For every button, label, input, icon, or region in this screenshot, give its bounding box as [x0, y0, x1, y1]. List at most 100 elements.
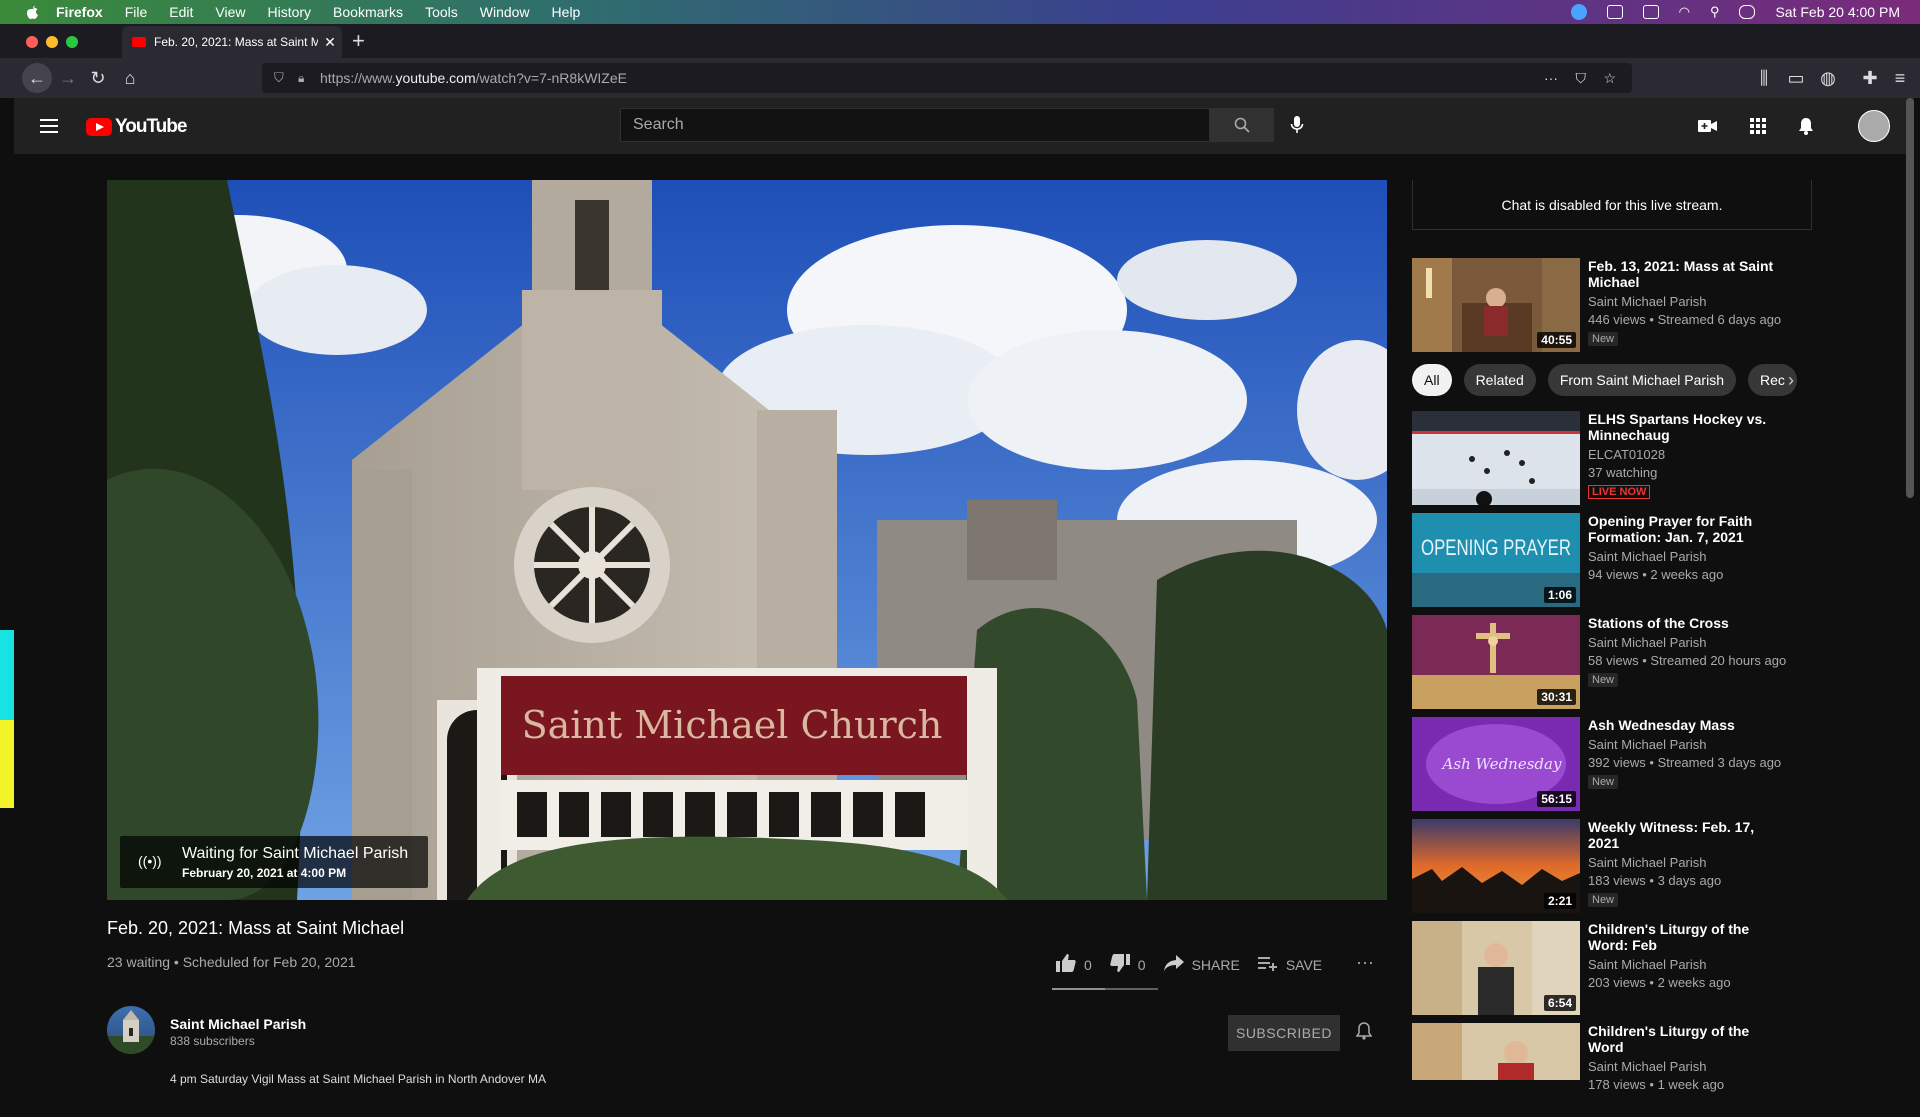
rec-title[interactable]: Weekly Witness: Feb. 17, 2021 — [1588, 819, 1788, 851]
skype-icon[interactable] — [1570, 4, 1587, 20]
recommended-video[interactable]: Children's Liturgy of the Word Saint Mic… — [1412, 1023, 1832, 1117]
address-bar[interactable]: ⛉ 🔒︎ https://www.youtube.com/watch?v=7-n… — [262, 63, 1632, 93]
create-video-icon[interactable] — [1696, 114, 1720, 138]
home-button[interactable]: ⌂ — [118, 66, 142, 90]
apple-menu-icon[interactable] — [22, 2, 42, 22]
shield-icon[interactable]: ⛉ — [274, 70, 284, 86]
rec-channel[interactable]: Saint Michael Parish — [1588, 854, 1788, 872]
rec-title[interactable]: Ash Wednesday Mass — [1588, 717, 1788, 733]
more-actions-icon[interactable]: ··· — [1356, 952, 1374, 973]
video-thumbnail[interactable]: 2:21 — [1412, 819, 1580, 913]
channel-avatar[interactable] — [107, 1006, 155, 1054]
rec-title[interactable]: Feb. 13, 2021: Mass at Saint Michael — [1588, 258, 1788, 290]
lock-icon[interactable]: 🔒︎ — [298, 71, 304, 86]
browser-tab-active[interactable]: Feb. 20, 2021: Mass at Saint M ✕ — [122, 26, 342, 58]
video-thumbnail[interactable]: Ash Wednesday 56:15 — [1412, 717, 1580, 811]
spotlight-search-icon[interactable]: ⚲ — [1710, 4, 1720, 20]
recommended-video[interactable]: Ash Wednesday 56:15 Ash Wednesday Mass S… — [1412, 717, 1832, 811]
menu-tools[interactable]: Tools — [425, 4, 458, 20]
page-scrollbar[interactable] — [1906, 98, 1914, 498]
recommended-video[interactable]: 40:55 Feb. 13, 2021: Mass at Saint Micha… — [1412, 258, 1832, 352]
notification-bell-icon[interactable] — [1355, 1022, 1373, 1045]
save-button[interactable]: SAVE — [1257, 955, 1322, 976]
subscribed-button[interactable]: SUBSCRIBED — [1228, 1015, 1340, 1051]
video-thumbnail[interactable]: OPENING PRAYER 1:06 — [1412, 513, 1580, 607]
chip-from-channel[interactable]: From Saint Michael Parish — [1547, 364, 1736, 396]
voice-search-button[interactable] — [1284, 112, 1310, 138]
display-icon[interactable] — [1642, 5, 1659, 19]
sidebar-icon[interactable]: ▭ — [1784, 66, 1808, 90]
menu-file[interactable]: File — [125, 4, 148, 20]
menubar-clock[interactable]: Sat Feb 20 4:00 PM — [1775, 4, 1900, 20]
bookmark-star-icon[interactable]: ☆ — [1603, 70, 1616, 87]
filter-chips: All Related From Saint Michael Parish Re… — [1412, 364, 1812, 396]
window-zoom-button[interactable] — [66, 36, 78, 48]
new-tab-button[interactable]: + — [352, 28, 365, 54]
rec-channel[interactable]: Saint Michael Parish — [1588, 1058, 1788, 1076]
guide-menu-icon[interactable] — [40, 119, 58, 133]
back-button[interactable]: ← — [22, 63, 52, 93]
video-thumbnail[interactable] — [1412, 1023, 1580, 1080]
video-thumbnail[interactable]: 30:31 — [1412, 615, 1580, 709]
video-thumbnail[interactable]: 6:54 — [1412, 921, 1580, 1015]
search-box[interactable] — [620, 108, 1210, 142]
page-actions-icon[interactable]: ··· — [1544, 70, 1558, 86]
rec-channel[interactable]: Saint Michael Parish — [1588, 548, 1788, 566]
menu-help[interactable]: Help — [552, 4, 581, 20]
apps-grid-icon[interactable] — [1746, 114, 1770, 138]
rec-title[interactable]: Children's Liturgy of the Word — [1588, 1023, 1788, 1055]
mac-menubar: Firefox File Edit View History Bookmarks… — [0, 0, 1920, 24]
forward-button[interactable]: → — [56, 66, 80, 90]
share-button[interactable]: SHARE — [1163, 954, 1240, 976]
extensions-icon[interactable]: ✚ — [1858, 66, 1882, 90]
search-input[interactable] — [631, 115, 1175, 135]
rec-title[interactable]: Children's Liturgy of the Word: Feb — [1588, 921, 1788, 953]
rec-channel[interactable]: Saint Michael Parish — [1588, 634, 1788, 652]
window-minimize-button[interactable] — [46, 36, 58, 48]
rec-title[interactable]: Stations of the Cross — [1588, 615, 1788, 631]
rec-title[interactable]: Opening Prayer for Faith Formation: Jan.… — [1588, 513, 1788, 545]
video-thumbnail[interactable]: 40:55 — [1412, 258, 1580, 352]
menu-history[interactable]: History — [267, 4, 311, 20]
app-menu-icon[interactable]: ≡ — [1888, 66, 1912, 90]
tab-close-icon[interactable]: ✕ — [318, 34, 342, 51]
chip-all[interactable]: All — [1412, 364, 1452, 396]
notifications-bell-icon[interactable] — [1794, 114, 1818, 138]
rec-channel[interactable]: Saint Michael Parish — [1588, 956, 1788, 974]
rec-meta: 203 views • 2 weeks ago — [1588, 975, 1731, 990]
like-button[interactable]: 0 — [1056, 953, 1092, 977]
library-icon[interactable]: ⫼ — [1752, 66, 1776, 90]
recommended-video[interactable]: 30:31 Stations of the Cross Saint Michae… — [1412, 615, 1832, 709]
rec-channel[interactable]: ELCAT01028 — [1588, 446, 1788, 464]
pocket-icon[interactable]: ⛉ — [1576, 70, 1587, 87]
recommended-video[interactable]: ELHS Spartans Hockey vs. Minnechaug ELCA… — [1412, 411, 1832, 505]
rec-title[interactable]: ELHS Spartans Hockey vs. Minnechaug — [1588, 411, 1788, 443]
reload-button[interactable]: ↻ — [86, 66, 110, 90]
screen-record-icon[interactable] — [1606, 5, 1623, 19]
account-avatar[interactable] — [1858, 110, 1890, 142]
menu-bookmarks[interactable]: Bookmarks — [333, 4, 403, 20]
menu-view[interactable]: View — [215, 4, 245, 20]
youtube-logo[interactable]: YouTube — [86, 116, 187, 138]
recommended-video[interactable]: 6:54 Children's Liturgy of the Word: Feb… — [1412, 921, 1832, 1015]
chevron-right-icon[interactable]: › — [1788, 370, 1794, 391]
rec-channel[interactable]: Saint Michael Parish — [1588, 293, 1788, 311]
left-edge-accent — [0, 720, 14, 808]
recommended-video[interactable]: OPENING PRAYER 1:06 Opening Prayer for F… — [1412, 513, 1832, 607]
account-icon[interactable]: ◍ — [1816, 66, 1840, 90]
wifi-icon[interactable]: ◠ — [1679, 4, 1690, 20]
rec-channel[interactable]: Saint Michael Parish — [1588, 736, 1788, 754]
window-close-button[interactable] — [26, 36, 38, 48]
dislike-button[interactable]: 0 — [1110, 953, 1146, 977]
recommended-video[interactable]: 2:21 Weekly Witness: Feb. 17, 2021 Saint… — [1412, 819, 1832, 913]
video-thumbnail[interactable] — [1412, 411, 1580, 505]
chip-related[interactable]: Related — [1463, 364, 1536, 396]
menu-firefox[interactable]: Firefox — [56, 4, 103, 20]
video-player[interactable]: Saint Michael Church ((•)) Waiting for S… — [107, 180, 1387, 900]
channel-name[interactable]: Saint Michael Parish — [170, 1016, 306, 1032]
control-center-icon[interactable] — [1739, 5, 1756, 19]
menu-edit[interactable]: Edit — [169, 4, 193, 20]
menu-window[interactable]: Window — [480, 4, 530, 20]
youtube-favicon-icon — [132, 37, 146, 47]
search-button[interactable] — [1210, 108, 1274, 142]
